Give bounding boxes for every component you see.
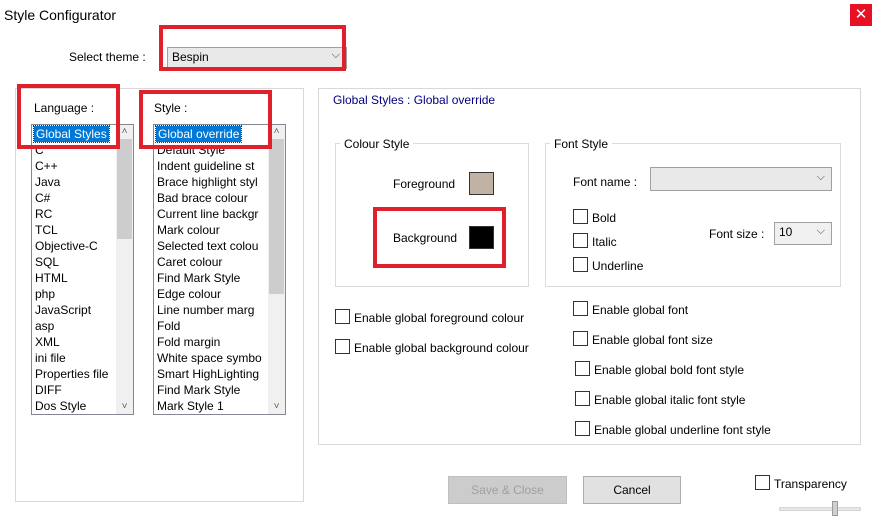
font-size-label: Font size :: [709, 227, 765, 241]
italic-label: Italic: [592, 235, 617, 249]
bold-checkbox[interactable]: [573, 209, 588, 224]
enable-global-fg-checkbox[interactable]: [335, 309, 350, 324]
font-size-select[interactable]: 10 ⌵: [774, 222, 832, 245]
font-style-label: Font Style: [550, 137, 613, 151]
list-item[interactable]: asp: [35, 318, 54, 334]
language-highlight-box: [17, 84, 120, 149]
foreground-label: Foreground: [393, 177, 456, 191]
list-item[interactable]: RC: [35, 206, 52, 222]
font-name-select[interactable]: ⌵: [650, 167, 832, 191]
list-item[interactable]: C++: [35, 158, 58, 174]
scroll-thumb[interactable]: [269, 139, 284, 294]
list-item[interactable]: Find Mark Style: [157, 270, 240, 286]
style-list[interactable]: Global override Default Style Indent guide…: [153, 124, 286, 415]
window-title: Style Configurator: [4, 7, 117, 23]
foreground-color-swatch[interactable]: [469, 172, 494, 195]
list-item[interactable]: Properties file: [35, 366, 108, 382]
enable-global-font-label: Enable global font: [592, 303, 689, 317]
language-list[interactable]: Global Styles C C++ Java C# RC TCL Objective-C S…: [31, 124, 134, 415]
bold-label: Bold: [592, 211, 617, 225]
chevron-down-icon: ⌵: [816, 225, 825, 237]
style-scrollbar[interactable]: ˄ ˅: [268, 125, 285, 414]
italic-checkbox[interactable]: [573, 233, 588, 248]
font-size-value: 10: [779, 225, 793, 239]
enable-global-bg-label: Enable global background colour: [354, 341, 529, 355]
transparency-slider-thumb[interactable]: [832, 501, 838, 516]
enable-global-font-size-checkbox[interactable]: [573, 331, 588, 346]
list-item[interactable]: HTML: [35, 270, 68, 286]
select-theme-label: Select theme :: [69, 50, 146, 64]
colour-style-label: Colour Style: [340, 137, 414, 151]
list-item[interactable]: Caret colour: [157, 254, 222, 270]
list-item[interactable]: JavaScript: [35, 302, 91, 318]
list-item[interactable]: C#: [35, 190, 50, 206]
font-style-group: [545, 143, 841, 287]
cancel-button[interactable]: Cancel: [583, 476, 681, 504]
list-item[interactable]: Selected text colou: [157, 238, 258, 254]
list-item[interactable]: XML: [35, 334, 60, 350]
list-item[interactable]: Indent guideline st: [157, 158, 254, 174]
list-item[interactable]: Objective-C: [35, 238, 98, 254]
list-item[interactable]: Edge colour: [157, 286, 221, 302]
enable-global-bold-checkbox[interactable]: [575, 361, 590, 376]
scroll-down-icon[interactable]: ˅: [268, 400, 285, 414]
list-item[interactable]: Fold: [157, 318, 180, 334]
theme-highlight-box: [159, 25, 346, 71]
list-item[interactable]: DIFF: [35, 382, 62, 398]
transparency-slider[interactable]: [779, 507, 861, 511]
list-item[interactable]: Find Mark Style: [157, 382, 240, 398]
list-item[interactable]: Java: [35, 174, 60, 190]
enable-global-italic-checkbox[interactable]: [575, 391, 590, 406]
scroll-thumb[interactable]: [117, 139, 132, 239]
list-item[interactable]: Brace highlight styl: [157, 174, 258, 190]
underline-checkbox[interactable]: [573, 257, 588, 272]
list-item[interactable]: SQL: [35, 254, 59, 270]
transparency-checkbox[interactable]: [755, 475, 770, 490]
list-item[interactable]: Mark colour: [157, 222, 220, 238]
font-name-label: Font name :: [573, 175, 638, 189]
chevron-down-icon: ⌵: [816, 171, 825, 183]
close-icon: ✕: [854, 6, 868, 23]
enable-global-bold-label: Enable global bold font style: [594, 363, 745, 377]
list-item[interactable]: Mark Style 1: [157, 398, 224, 414]
enable-global-italic-label: Enable global italic font style: [594, 393, 746, 407]
background-highlight-box: [373, 207, 506, 268]
list-item[interactable]: Current line backgr: [157, 206, 258, 222]
save-close-button[interactable]: Save & Close: [448, 476, 567, 504]
style-highlight-box: [139, 90, 272, 149]
enable-global-font-checkbox[interactable]: [573, 301, 588, 316]
underline-label: Underline: [592, 259, 644, 273]
transparency-label: Transparency: [774, 477, 847, 491]
language-scrollbar[interactable]: ˄ ˅: [116, 125, 133, 414]
scroll-down-icon[interactable]: ˅: [116, 400, 133, 414]
list-item[interactable]: Smart HighLighting: [157, 366, 259, 382]
list-item[interactable]: Fold margin: [157, 334, 220, 350]
panel-title: Global Styles : Global override: [333, 93, 496, 107]
list-item[interactable]: php: [35, 286, 55, 302]
close-button[interactable]: ✕: [850, 4, 872, 26]
enable-global-underline-label: Enable global underline font style: [594, 423, 771, 437]
list-item[interactable]: Dos Style: [35, 398, 86, 414]
list-item[interactable]: TCL: [35, 222, 58, 238]
enable-global-bg-checkbox[interactable]: [335, 339, 350, 354]
list-item[interactable]: ini file: [35, 350, 66, 366]
enable-global-underline-checkbox[interactable]: [575, 421, 590, 436]
enable-global-font-size-label: Enable global font size: [592, 333, 713, 347]
list-item[interactable]: Bad brace colour: [157, 190, 248, 206]
list-item[interactable]: White space symbo: [157, 350, 262, 366]
enable-global-fg-label: Enable global foreground colour: [354, 311, 525, 325]
list-item[interactable]: Line number marg: [157, 302, 254, 318]
